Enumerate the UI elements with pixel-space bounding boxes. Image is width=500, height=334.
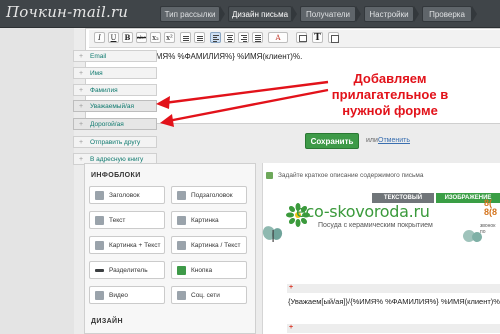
plus-icon: + [79, 156, 84, 163]
underline-button[interactable]: U [108, 32, 119, 43]
insert-last-name[interactable]: + Фамилия [73, 84, 157, 96]
tab-mailing-type[interactable]: Тип рассылки [160, 6, 225, 22]
tab-recipients[interactable]: Получатели [300, 6, 361, 22]
align-center-icon[interactable] [224, 32, 235, 43]
block-subheading[interactable]: Подзаголовок [171, 186, 247, 204]
subscript-button[interactable]: x₂ [150, 32, 161, 43]
social-icon [177, 291, 186, 300]
tab-review[interactable]: Проверка [422, 6, 477, 22]
app-logo[interactable]: Почкин-mail.ru [6, 3, 128, 21]
image-slash-text-icon [177, 241, 186, 250]
annotation-arrows [156, 80, 329, 127]
numbered-list-icon[interactable] [194, 32, 205, 43]
align-justify-icon[interactable] [252, 32, 263, 43]
block-image[interactable]: Картинка [171, 211, 247, 229]
subheading-icon [177, 191, 186, 200]
source-code-icon[interactable] [328, 32, 339, 43]
cancel-link[interactable]: Отменить [378, 137, 410, 144]
block-video[interactable]: Видео [89, 286, 165, 304]
align-right-icon[interactable] [238, 32, 249, 43]
plus-icon: + [79, 87, 84, 94]
button-icon [177, 266, 186, 275]
block-text[interactable]: Текст [89, 211, 165, 229]
bold-button[interactable]: B [122, 32, 133, 43]
block-heading[interactable]: Заголовок [89, 186, 165, 204]
video-icon [95, 291, 104, 300]
heading-icon [95, 191, 104, 200]
add-icon[interactable]: + [289, 284, 293, 291]
insert-respected[interactable]: + Уважаемый/ая [73, 100, 157, 112]
infoblocks-title: ИНФОБЛОКИ [91, 172, 141, 179]
save-button[interactable]: Сохранить [305, 133, 359, 149]
annotation-callout: Добавляем прилагательное в нужной форме [331, 71, 449, 118]
align-left-icon[interactable] [210, 32, 221, 43]
or-label: или [366, 137, 378, 144]
image-icon [177, 216, 186, 225]
block-image-text[interactable]: Картинка + Текст [89, 236, 165, 254]
tab-settings[interactable]: Настройки [364, 6, 419, 22]
italic-button[interactable]: I [94, 32, 105, 43]
editor-content[interactable]: ИМЯ% %ФАМИЛИЯ%} %ИМЯ(клиент)%. [150, 52, 302, 61]
brand-name: eco-skovoroda.ru [296, 202, 430, 221]
edit-icon [266, 172, 273, 179]
letter-preview [262, 163, 500, 334]
insert-first-name[interactable]: + Имя [73, 67, 157, 79]
phone-note: звонок по [480, 223, 496, 235]
plus-icon: + [79, 70, 84, 77]
insert-dear[interactable]: + Дорогой/ая [73, 118, 157, 130]
brand-tagline: Посуда с керамическим покрытием [318, 222, 433, 229]
image-icon[interactable] [296, 32, 307, 43]
bullet-list-icon[interactable] [180, 32, 191, 43]
image-text-icon [95, 241, 104, 250]
left-sidebar [0, 28, 74, 334]
insert-email[interactable]: + Email [73, 50, 157, 62]
plus-icon: + [79, 121, 84, 128]
plus-icon: + [79, 103, 84, 110]
block-image-slash-text[interactable]: Картинка / Текст [171, 236, 247, 254]
block-button[interactable]: Кнопка [171, 261, 247, 279]
block-divider[interactable]: Разделитель [89, 261, 165, 279]
design-section-title: ДИЗАЙН [91, 318, 123, 325]
preheader-hint[interactable]: Задайте краткое описание содержимого пис… [278, 172, 423, 179]
phone-number-2: 8(8 [484, 207, 498, 217]
add-icon[interactable]: + [289, 324, 293, 331]
font-color-button[interactable]: A [268, 32, 288, 43]
plus-icon: + [79, 139, 84, 146]
add-block-strip[interactable]: + [287, 284, 500, 293]
plus-icon: + [79, 53, 84, 60]
superscript-button[interactable]: x² [164, 32, 175, 43]
tab-letter-design[interactable]: Дизайн письма [228, 6, 297, 22]
letter-body-text[interactable]: {Уважаем[ый/ая]}/{%ИМЯ% %ФАМИЛИЯ%} %ИМЯ(… [288, 297, 500, 306]
strikethrough-button[interactable]: abc [136, 32, 147, 43]
butterfly-icon [262, 226, 283, 242]
add-block-strip[interactable]: + [287, 324, 500, 333]
text-icon [95, 216, 104, 225]
block-social[interactable]: Соц. сети [171, 286, 247, 304]
insert-send-to-friend[interactable]: + Отправить другу [73, 136, 157, 148]
divider-icon [95, 269, 104, 272]
text-format-button[interactable]: T [312, 32, 323, 43]
